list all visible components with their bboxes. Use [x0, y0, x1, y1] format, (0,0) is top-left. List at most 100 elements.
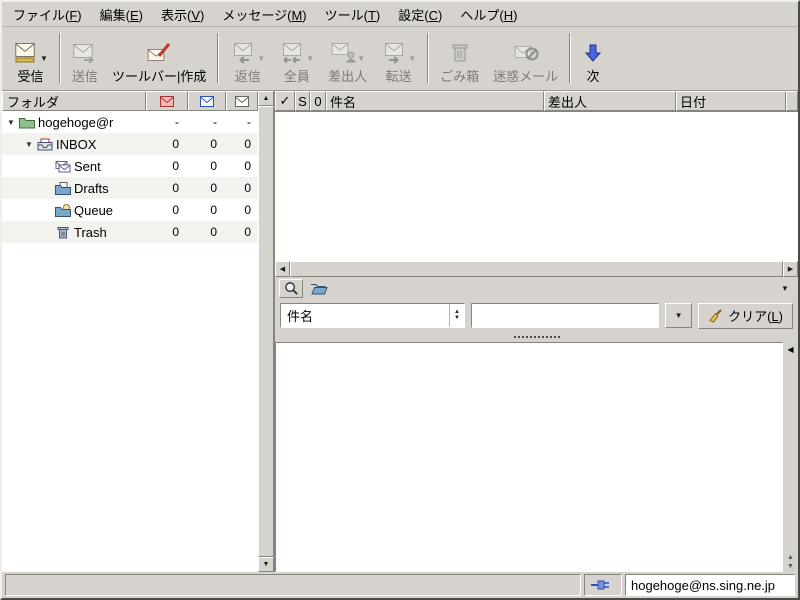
account-folder-icon [19, 117, 35, 128]
menu-help[interactable]: ヘルプ(H) [451, 2, 526, 27]
clear-broom-icon [709, 309, 722, 323]
reply-all-label: 全員 [283, 69, 310, 84]
scroll-up-icon[interactable]: ▲ [258, 91, 274, 106]
menu-tools[interactable]: ツール(T) [316, 2, 390, 27]
search-collapse-icon[interactable]: ▼ [776, 284, 794, 293]
message-list-hscrollbar[interactable]: ◀ ▶ [275, 261, 798, 277]
scroll-left-icon[interactable]: ◀ [275, 261, 290, 277]
total-count: - [247, 115, 251, 129]
unread-count: 0 [210, 159, 217, 173]
clear-button[interactable]: クリア(L) [698, 302, 793, 329]
dropdown-arrow-icon[interactable]: ▼ [357, 54, 365, 63]
receive-button[interactable]: ▼ 受信 [6, 29, 55, 87]
mark-column-header[interactable]: ✓ [275, 91, 295, 111]
message-view-body[interactable] [275, 342, 783, 572]
scrollbar-thumb[interactable] [258, 106, 274, 557]
status-column-header[interactable]: S [295, 91, 310, 111]
menu-bar: ファイル(F) 編集(E) 表示(V) メッセージ(M) ツール(T) 設定(C… [2, 2, 798, 26]
scroll-down-icon[interactable]: ▼ [258, 557, 274, 572]
inbox-icon [37, 138, 53, 150]
folder-row-queue[interactable]: Queue 0 0 0 [2, 199, 258, 221]
next-label: 次 [586, 69, 600, 84]
account-address: hogehoge@ns.sing.ne.jp [631, 577, 776, 593]
unread-count: 0 [210, 181, 217, 195]
total-count: 0 [244, 181, 251, 195]
folder-label: INBOX [56, 136, 97, 152]
from-column-header[interactable]: 差出人 [544, 91, 676, 111]
quick-search-bar: ▼ [275, 277, 798, 299]
folder-label: Queue [74, 202, 114, 218]
folder-column-header[interactable]: フォルダ [2, 91, 146, 111]
folder-label: hogehoge@r [38, 114, 114, 130]
dropdown-arrow-icon[interactable]: ▼ [40, 54, 48, 63]
forward-button[interactable]: ▼ 転送 [374, 29, 423, 87]
total-mail-column-icon [235, 95, 249, 107]
receive-mail-icon [15, 43, 35, 63]
quick-search-controls: 件名 ▲ ▼ ▼ クリア(L) [275, 299, 798, 332]
attachment-column-header[interactable]: 0 [310, 91, 326, 111]
new-mail-column-header[interactable] [146, 91, 188, 111]
search-folder-button[interactable] [307, 279, 331, 298]
folder-tree: ▼ hogehoge@r - - - ▼ INBOX 0 0 0 Sent 0 … [2, 111, 258, 572]
trash-button[interactable]: ごみ箱 [433, 29, 486, 87]
folder-pane-scrollbar[interactable]: ▲ ▼ [258, 91, 274, 572]
dropdown-arrow-icon[interactable]: ▼ [408, 54, 416, 63]
folder-row-sent[interactable]: Sent 0 0 0 [2, 155, 258, 177]
search-field-selector[interactable]: 件名 ▲ ▼ [280, 303, 465, 328]
total-mail-column-header[interactable] [226, 91, 258, 111]
pane-splitter[interactable] [275, 332, 798, 342]
menu-view[interactable]: 表示(V) [152, 2, 213, 27]
unread-count: 0 [210, 203, 217, 217]
scroll-down-icon[interactable]: ▼ [787, 563, 794, 570]
expander-icon[interactable]: ▼ [4, 118, 18, 127]
connection-plug-icon [591, 580, 609, 590]
new-count: 0 [172, 203, 179, 217]
folder-row-account[interactable]: ▼ hogehoge@r - - - [2, 111, 258, 133]
search-input[interactable] [471, 303, 660, 328]
date-column-header[interactable]: 日付 [676, 91, 786, 111]
reply-sender-icon [331, 43, 357, 63]
toolbar-separator [427, 33, 430, 83]
reply-icon [234, 43, 253, 64]
dropdown-arrow-icon[interactable]: ▼ [257, 54, 265, 63]
dropdown-arrow-icon[interactable]: ▼ [306, 54, 314, 63]
menu-edit[interactable]: 編集(E) [91, 2, 152, 27]
spinner-arrows-icon[interactable]: ▲ ▼ [449, 304, 464, 327]
menu-configuration[interactable]: 設定(C) [389, 2, 451, 27]
message-list-body[interactable] [275, 111, 798, 261]
toolbar-separator [58, 33, 61, 83]
reply-button[interactable]: ▼ 返信 [223, 29, 272, 87]
reply-all-button[interactable]: ▼ 全員 [272, 29, 321, 87]
unread-mail-column-header[interactable] [188, 91, 226, 111]
subject-column-header[interactable]: 件名 [326, 91, 544, 111]
scrollbar-thumb[interactable] [290, 261, 783, 277]
trash-label: ごみ箱 [440, 69, 480, 84]
online-status-panel[interactable] [584, 574, 622, 596]
reply-sender-button[interactable]: ▼ 差出人 [321, 29, 374, 87]
search-history-button[interactable]: ▼ [665, 303, 693, 328]
menu-message[interactable]: メッセージ(M) [213, 2, 315, 27]
folder-row-trash[interactable]: Trash 0 0 0 [2, 221, 258, 243]
folder-row-drafts[interactable]: Drafts 0 0 0 [2, 177, 258, 199]
menu-file[interactable]: ファイル(F) [4, 2, 91, 27]
unread-mail-column-icon [200, 95, 214, 107]
pane-collapse-icon[interactable]: ◀ [787, 345, 793, 354]
next-button[interactable]: 次 [575, 29, 611, 87]
total-count: 0 [244, 225, 251, 239]
trash-folder-icon [57, 226, 69, 238]
expander-icon[interactable]: ▼ [22, 140, 36, 149]
new-count: 0 [172, 137, 179, 151]
mail-client-window: ファイル(F) 編集(E) 表示(V) メッセージ(M) ツール(T) 設定(C… [0, 0, 800, 600]
receive-label: 受信 [17, 69, 44, 84]
toolbar-separator [569, 33, 572, 83]
folder-row-inbox[interactable]: ▼ INBOX 0 0 0 [2, 133, 258, 155]
sent-folder-icon [55, 160, 71, 172]
scroll-up-icon[interactable]: ▲ [787, 554, 794, 561]
scroll-right-icon[interactable]: ▶ [783, 261, 798, 277]
junk-button[interactable]: 迷惑メール [486, 29, 565, 87]
send-button[interactable]: 送信 [65, 29, 105, 87]
search-button[interactable] [279, 278, 303, 298]
new-count: 0 [172, 181, 179, 195]
compose-button[interactable]: ツールバー|作成 [105, 29, 213, 87]
status-bar: hogehoge@ns.sing.ne.jp [2, 572, 798, 598]
